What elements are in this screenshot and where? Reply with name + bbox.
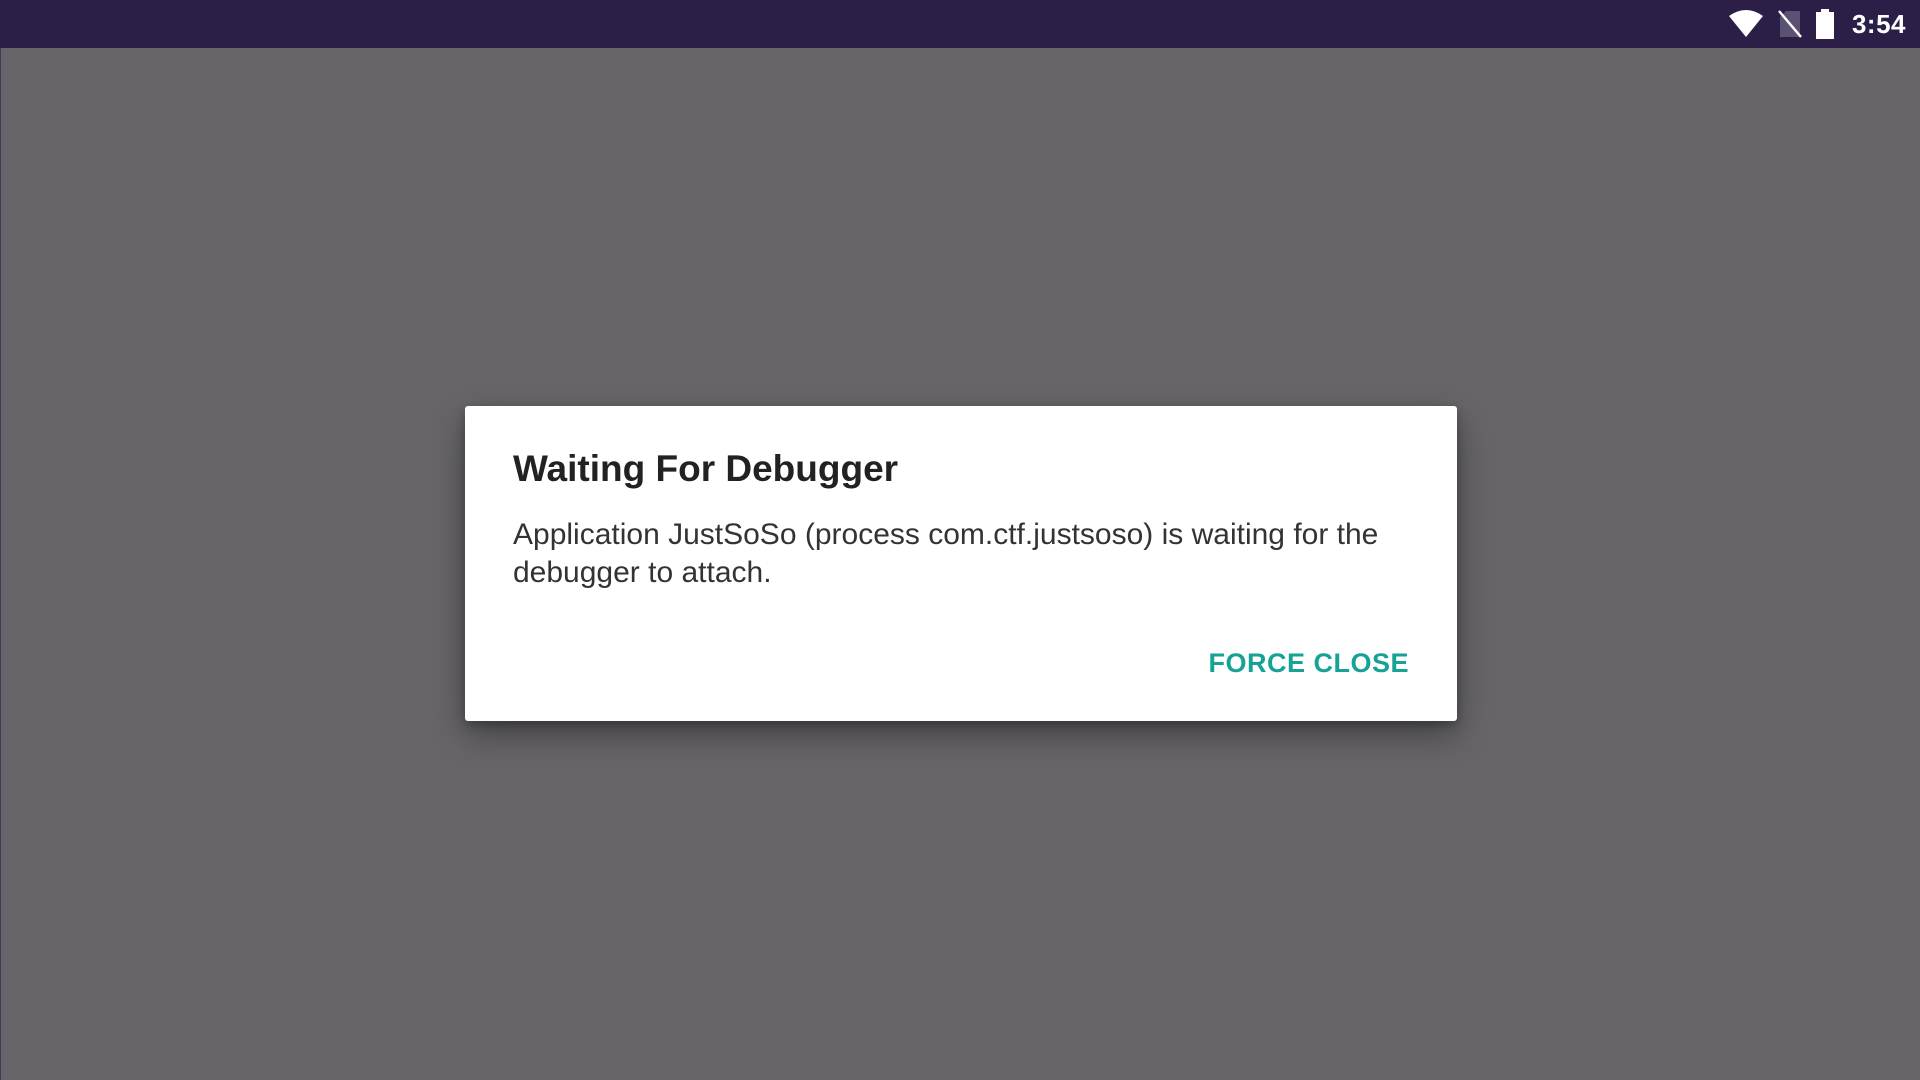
dialog-title: Waiting For Debugger (513, 448, 899, 489)
screen: 3:54 Waiting For Debugger Application Ju… (0, 0, 1920, 1080)
status-bar: 3:54 (0, 0, 1920, 48)
dialog-message: Application JustSoSo (process com.ctf.ju… (513, 518, 1379, 589)
waiting-for-debugger-dialog: Waiting For Debugger Application JustSoS… (465, 406, 1457, 721)
screen-edge (0, 48, 1, 1080)
battery-icon (1815, 9, 1834, 39)
no-sim-icon (1777, 10, 1802, 38)
wifi-icon (1728, 10, 1764, 38)
force-close-button[interactable]: FORCE CLOSE (1200, 640, 1417, 687)
status-time: 3:54 (1851, 8, 1906, 39)
